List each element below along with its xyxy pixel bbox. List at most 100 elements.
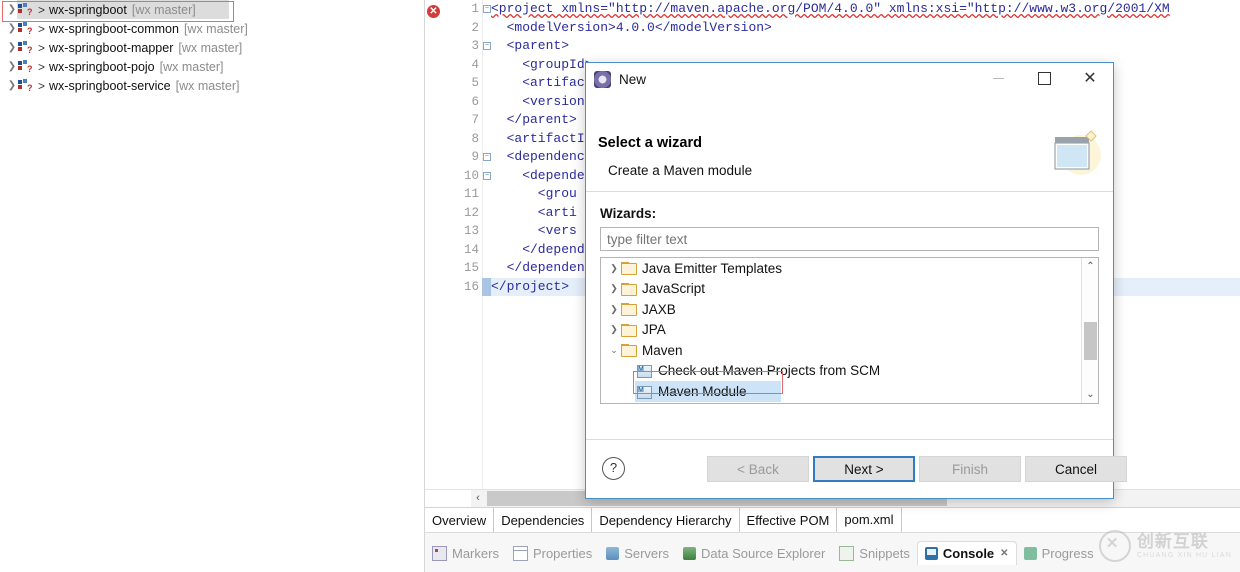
code-line[interactable]: <modelVersion>4.0.0</modelVersion>	[491, 19, 1240, 38]
line-number: 7	[471, 113, 479, 127]
project-name: wx-springboot-mapper	[49, 40, 174, 55]
dialog-header: Select a wizard Create a Maven module	[586, 95, 1113, 192]
project-name: wx-springboot	[49, 2, 127, 17]
project-name: wx-springboot-service	[49, 78, 171, 93]
expand-arrow-icon[interactable]: ❯	[6, 42, 18, 53]
editor-tab-pom-xml[interactable]: pom.xml	[837, 508, 902, 533]
wizard-tree-list[interactable]: ❯ Java Emitter Templates ❯ JavaScript ❯ JAXB ❯…	[601, 258, 1081, 403]
project-tree[interactable]: ❯? > wx-springboot [wx master] ❯? > wx-springb…	[0, 0, 424, 95]
chevron-up-icon[interactable]: ⌃	[1082, 258, 1098, 275]
project-tree-item[interactable]: ❯? > wx-springboot-pojo [wx master]	[0, 57, 424, 76]
tree-item-prefix: >	[38, 40, 46, 55]
wizard-tree[interactable]: ❯ Java Emitter Templates ❯ JavaScript ❯ JAXB ❯…	[600, 257, 1099, 404]
view-tab-properties[interactable]: Properties	[506, 541, 599, 565]
fold-toggle-icon[interactable]: −	[483, 171, 491, 180]
package-explorer-panel: ❯? > wx-springboot [wx master] ❯? > wx-springb…	[0, 0, 425, 572]
tree-item-content: ❯? > wx-springboot-common [wx master]	[6, 21, 248, 36]
next-button[interactable]: Next >	[813, 456, 915, 482]
dialog-body: Wizards: ❯ Java Emitter Templates ❯ JavaScr…	[586, 192, 1113, 475]
close-icon[interactable]: ✕	[1000, 548, 1008, 559]
chevron-down-icon[interactable]: ⌄	[607, 345, 621, 356]
markers-icon	[432, 545, 447, 561]
bottom-view-tabs[interactable]: Markers Properties Servers Data Source Expl…	[425, 532, 1240, 572]
editor-form-tabs[interactable]: Overview Dependencies Dependency Hierarchy…	[425, 507, 1240, 533]
project-tree-item[interactable]: ❯? > wx-springboot-service [wx master]	[0, 76, 424, 95]
chevron-right-icon[interactable]: ❯	[607, 283, 621, 294]
dialog-titlebar[interactable]: New ✕	[586, 63, 1113, 95]
data-source-explorer-icon	[683, 546, 696, 560]
editor-tab-overview[interactable]: Overview	[425, 508, 495, 533]
chevron-right-icon[interactable]: ❯	[607, 324, 621, 335]
maven-wizard-icon: M	[637, 385, 653, 399]
close-icon[interactable]: ✕	[1067, 63, 1113, 93]
finish-button[interactable]: Finish	[919, 456, 1021, 482]
project-tree-item[interactable]: ❯? > wx-springboot [wx master]	[0, 0, 424, 19]
expand-arrow-icon[interactable]: ❯	[6, 80, 18, 91]
error-icon[interactable]: ✕	[427, 5, 440, 18]
project-tree-item[interactable]: ❯? > wx-springboot-mapper [wx master]	[0, 38, 424, 57]
view-tab-label: Snippets	[859, 545, 910, 561]
console-icon	[924, 547, 938, 560]
git-branch-label: [wx master]	[131, 2, 196, 17]
filter-input[interactable]	[600, 227, 1099, 251]
wizard-tree-item[interactable]: ❯ JPA	[601, 320, 1081, 341]
wizard-tree-item[interactable]: ❯ JAXB	[601, 299, 1081, 320]
wizard-tree-scrollbar[interactable]: ⌃ ⌄	[1081, 258, 1098, 403]
chevron-right-icon[interactable]: ❯	[607, 304, 621, 315]
editor-marker-gutter[interactable]: ✕	[425, 0, 443, 508]
line-number: 16	[463, 279, 479, 294]
cancel-button[interactable]: Cancel	[1025, 456, 1127, 482]
line-number: 11	[463, 187, 479, 201]
editor-tab-dependencies[interactable]: Dependencies	[494, 508, 593, 533]
help-button[interactable]: ?	[602, 457, 625, 480]
tree-item-prefix: >	[38, 21, 46, 36]
wizard-tree-item[interactable]: ❯ JavaScript	[601, 279, 1081, 300]
line-number: 4	[471, 57, 479, 72]
chevron-right-icon[interactable]: ❯	[607, 263, 621, 274]
view-tab-snippets[interactable]: Snippets	[832, 541, 917, 565]
dialog-subheading: Create a Maven module	[608, 163, 753, 178]
wizard-tree-item[interactable]: ❯ Java Emitter Templates	[601, 258, 1081, 279]
view-tab-console[interactable]: Console ✕	[916, 541, 1017, 565]
expand-arrow-icon[interactable]: ❯	[6, 23, 18, 34]
scrollbar-thumb[interactable]	[1084, 322, 1097, 360]
line-number: 13	[463, 224, 479, 238]
expand-arrow-icon[interactable]: ❯	[6, 4, 18, 15]
wizard-item-content: ⌄ Maven	[607, 343, 682, 358]
wizard-item-label: Check out Maven Projects from SCM	[658, 363, 881, 379]
code-line[interactable]: <parent>	[491, 37, 1240, 56]
tab-filler	[901, 508, 1240, 533]
wizard-item-label: Java Emitter Templates	[642, 260, 783, 276]
wizard-item-content: ❯ JPA	[607, 322, 666, 337]
chevron-down-icon[interactable]: ⌄	[1082, 386, 1098, 403]
code-line[interactable]: <project xmlns="http://maven.apache.org/…	[491, 0, 1240, 19]
view-tab-data-source-explorer[interactable]: Data Source Explorer	[676, 541, 832, 565]
fold-toggle-icon[interactable]: −	[483, 42, 491, 50]
view-tab-progress[interactable]: Progress	[1017, 541, 1101, 565]
maximize-icon[interactable]	[1021, 63, 1067, 93]
editor-tab-dependency-hierarchy[interactable]: Dependency Hierarchy	[592, 508, 740, 533]
editor-tab-effective-pom[interactable]: Effective POM	[739, 508, 838, 533]
new-wizard-dialog[interactable]: New ✕ Select a wizard Create a Maven mod…	[585, 62, 1127, 499]
project-tree-item[interactable]: ❯? > wx-springboot-common [wx master]	[0, 19, 424, 38]
view-tab-label: Console	[942, 546, 995, 561]
view-tab-label: Markers	[452, 545, 499, 561]
expand-arrow-icon[interactable]: ❯	[6, 61, 18, 72]
wizard-tree-item[interactable]: M Maven Module	[601, 381, 1081, 402]
wizard-tree-item[interactable]: ⌄ Maven	[601, 340, 1081, 361]
wizard-item-content: ❯ JAXB	[607, 302, 676, 317]
scrollbar-track-left	[425, 490, 471, 507]
wizards-label: Wizards:	[600, 206, 657, 221]
wizard-tree-item[interactable]: M Check out Maven Projects from SCM	[601, 361, 1081, 382]
fold-toggle-icon[interactable]: −	[483, 5, 491, 13]
fold-toggle-icon[interactable]: −	[483, 153, 491, 161]
minimize-icon[interactable]	[975, 63, 1021, 93]
scroll-left-icon[interactable]: ‹	[471, 490, 485, 507]
view-tab-servers[interactable]: Servers	[599, 541, 676, 565]
wizard-item-content: M Check out Maven Projects from SCM	[637, 363, 881, 379]
view-tab-markers[interactable]: Markers	[425, 541, 506, 565]
back-button[interactable]: < Back	[707, 456, 809, 482]
maven-project-icon: ?	[18, 59, 34, 74]
view-tab-label: Progress	[1041, 545, 1094, 561]
wizard-item-content: M Maven Module	[637, 384, 747, 399]
